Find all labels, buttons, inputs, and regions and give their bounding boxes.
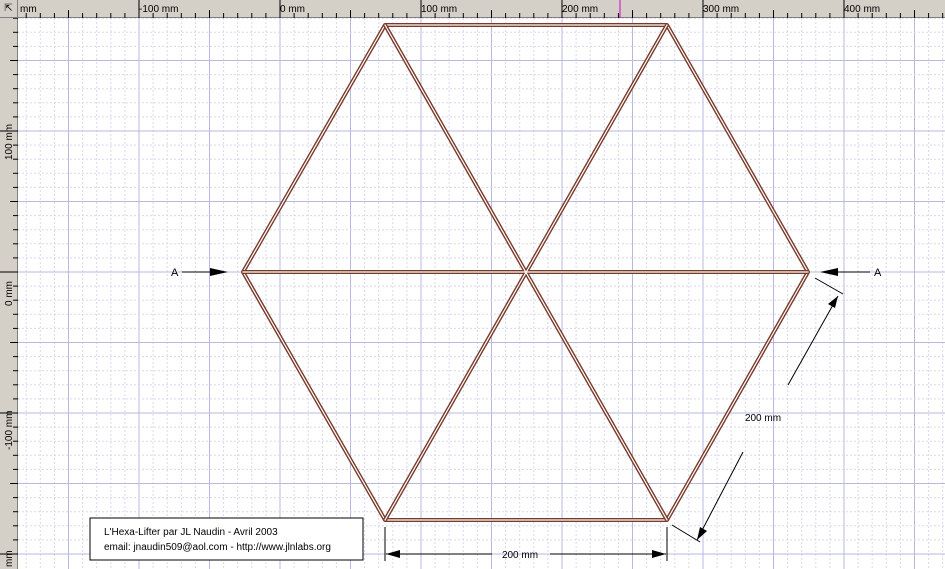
dimension-bottom-label: 200 mm [502,550,538,561]
horizontal-ruler[interactable]: mm -100 mm 0 mm 100 mm 200 mm 300 mm 400… [18,0,945,18]
arrow-left-icon [820,268,838,276]
title-block[interactable]: L'Hexa-Lifter par JL Naudin - Avril 2003… [89,517,364,561]
hexa-lifter-frame[interactable] [241,23,810,522]
hruler-label-mm: mm [20,4,37,15]
vruler-label-minus100: -100 mm [4,411,15,450]
dimension-bottom[interactable]: 200 mm [384,527,668,561]
hruler-label-400: 400 mm [844,4,880,15]
dimension-arrow-right-icon [652,550,666,558]
hruler-label-200: 200 mm [562,4,598,15]
drawing-svg: A A 200 mm 200 mm L'Hexa-Lifter par JL N… [18,18,945,569]
hruler-label-300: 300 mm [703,4,739,15]
ruler-corner-button[interactable]: ⇱ [0,0,18,18]
section-label-left: A [171,267,179,279]
title-block-line2: email: jnaudin509@aol.com - http://www.j… [104,542,331,553]
dimension-arrow-down-icon [697,527,707,540]
dimension-side[interactable]: 200 mm [671,277,844,543]
hruler-label-minus100: -100 mm [139,4,178,15]
section-marker-left[interactable]: A [171,267,228,279]
title-block-line1: L'Hexa-Lifter par JL Naudin - Avril 2003 [104,527,278,538]
arrow-right-icon [210,268,228,276]
vertical-ruler[interactable]: 100 mm 0 mm -100 mm mm [0,18,18,569]
frame-spokes[interactable] [243,24,808,521]
vertical-ruler-graphic: 100 mm 0 mm -100 mm mm [0,18,18,567]
hruler-label-0: 0 mm [280,4,305,15]
ruler-origin-icon: ⇱ [4,2,13,14]
drawing-canvas[interactable]: A A 200 mm 200 mm L'Hexa-Lifter par JL N… [18,18,945,569]
vruler-label-0: 0 mm [4,281,15,306]
vruler-label-100: 100 mm [4,124,15,160]
vruler-label-mm: mm [4,550,15,567]
drawing-window: ⇱ mm -100 mm 0 mm 100 mm 200 mm 300 mm 4… [0,0,945,569]
section-label-right: A [874,267,882,279]
grid-lines [18,18,945,569]
hruler-label-100: 100 mm [421,4,457,15]
dimension-side-label: 200 mm [745,413,781,424]
section-marker-right[interactable]: A [820,267,882,279]
horizontal-ruler-graphic: mm -100 mm 0 mm 100 mm 200 mm 300 mm 400… [20,0,944,18]
